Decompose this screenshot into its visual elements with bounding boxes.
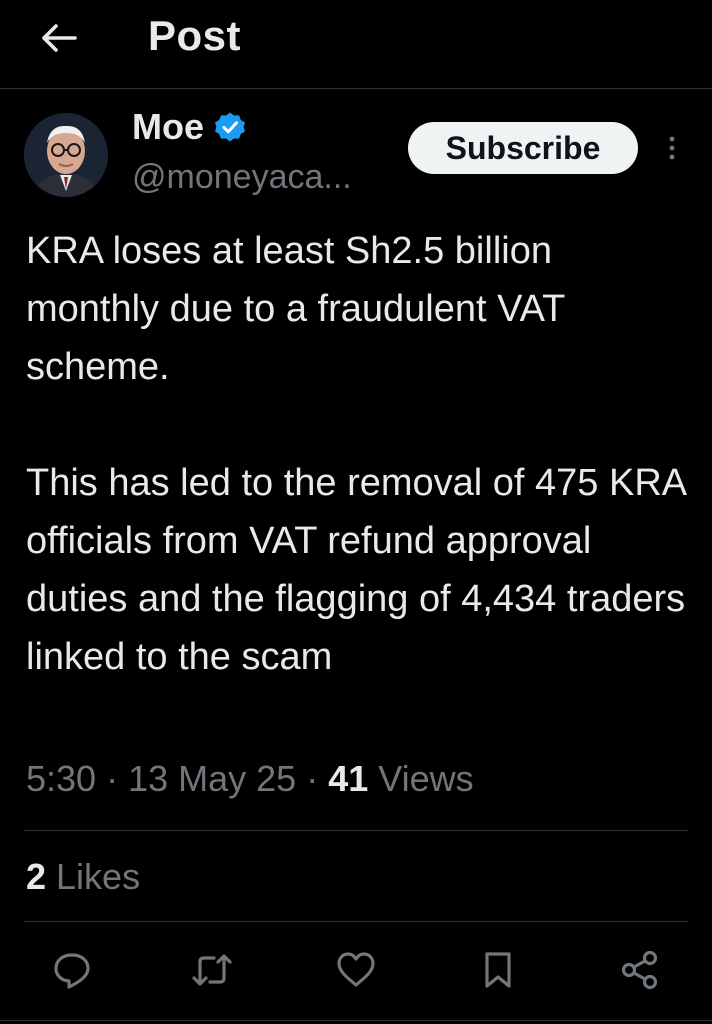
likes-label: Likes [46, 856, 141, 897]
views-label[interactable]: Views [368, 758, 473, 799]
action-bar [0, 940, 712, 1000]
tweet-paragraph: This has led to the removal of 475 KRA o… [26, 462, 686, 678]
back-button[interactable] [36, 18, 80, 58]
author-name: Moe [132, 106, 204, 147]
tweet-text: KRA loses at least Sh2.5 billion monthly… [26, 222, 692, 686]
reply-icon [54, 953, 90, 989]
repost-icon [192, 954, 232, 986]
tweet-time[interactable]: 5:30 [26, 758, 96, 799]
likes-stat[interactable]: 2 Likes [26, 856, 140, 898]
author-name-row[interactable]: Moe [132, 106, 246, 148]
author-handle[interactable]: @moneyaca... [132, 158, 352, 197]
likes-count: 2 [26, 856, 47, 897]
subscribe-button[interactable]: Subscribe [408, 122, 638, 174]
views-count[interactable]: 41 [328, 758, 368, 799]
bookmark-button[interactable] [476, 948, 520, 992]
share-icon [621, 950, 658, 990]
divider [24, 921, 688, 922]
share-button[interactable] [618, 948, 662, 992]
avatar[interactable] [24, 113, 108, 197]
heart-icon [337, 952, 375, 987]
like-button[interactable] [334, 948, 378, 992]
verified-badge-icon [215, 112, 245, 142]
more-vertical-icon [669, 136, 675, 160]
bookmark-icon [485, 952, 511, 988]
divider [24, 830, 688, 831]
meta-separator: · [96, 758, 129, 799]
tweet-date[interactable]: 13 May 25 [128, 758, 296, 799]
arrow-left-icon [42, 24, 77, 52]
more-options-button[interactable] [660, 130, 684, 166]
meta-separator: · [296, 758, 329, 799]
tweet-paragraph: KRA loses at least Sh2.5 billion monthly… [26, 230, 565, 388]
divider [0, 1020, 712, 1021]
top-bar: Post [0, 0, 712, 89]
page-title: Post [148, 12, 242, 59]
repost-button[interactable] [190, 948, 234, 992]
reply-button[interactable] [50, 948, 94, 992]
tweet-meta: 5:30 · 13 May 25 · 41 Views [26, 758, 474, 800]
avatar-image [24, 113, 108, 197]
